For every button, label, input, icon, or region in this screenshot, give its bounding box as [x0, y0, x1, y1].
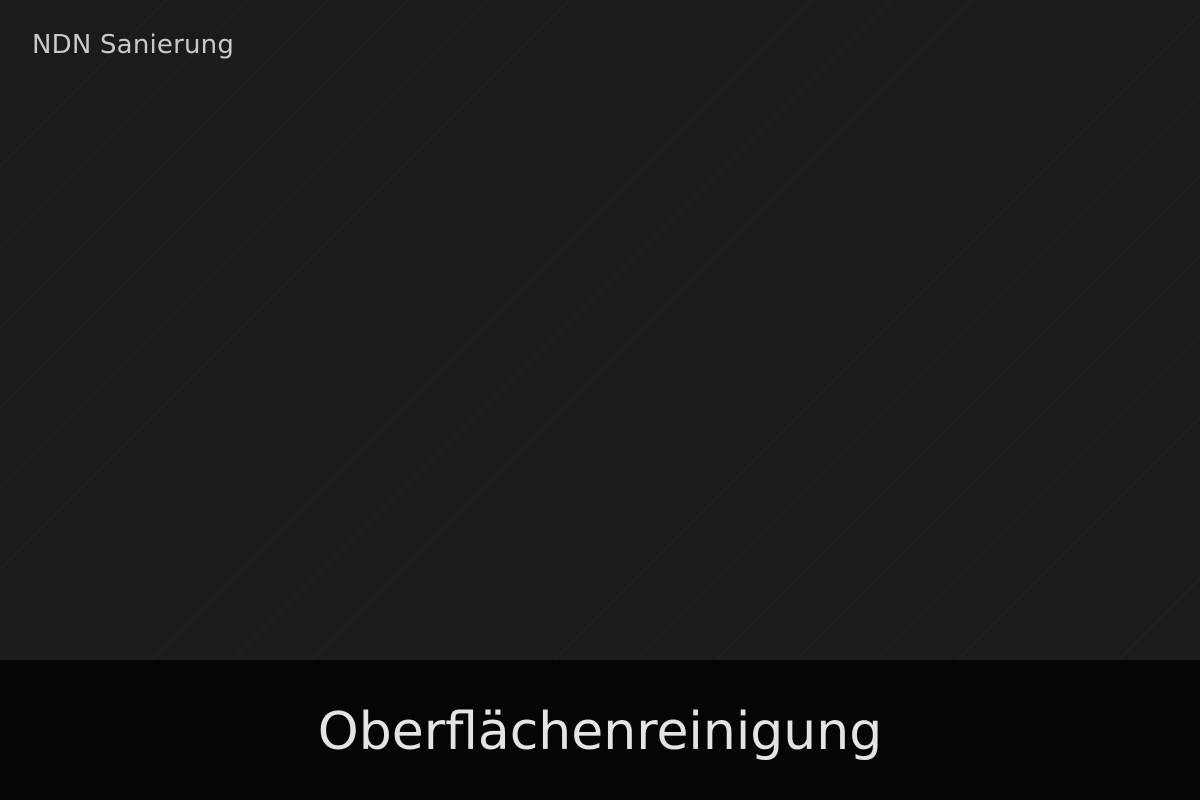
image-placeholder [0, 0, 1200, 660]
caption-bar: Oberflächenreinigung [0, 660, 1200, 800]
slide: NDN Sanierung Oberflächenreinigung [0, 0, 1200, 800]
brand-name: NDN Sanierung [32, 30, 235, 60]
caption-title: Oberflächenreinigung [317, 702, 883, 762]
